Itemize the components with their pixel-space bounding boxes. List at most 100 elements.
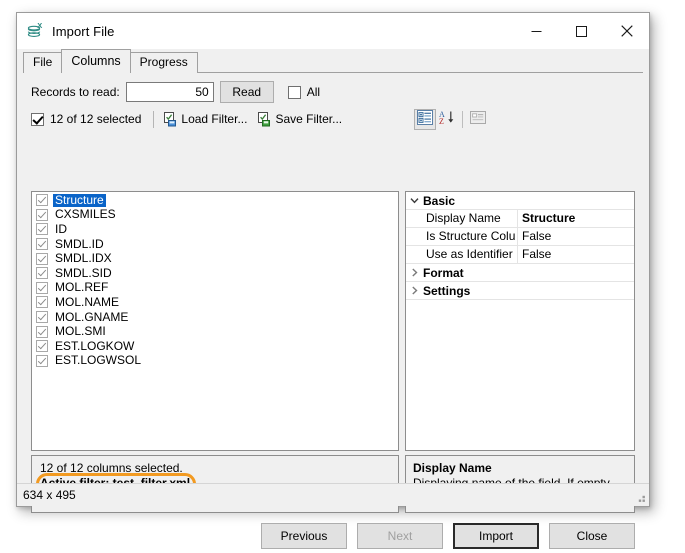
tab-columns[interactable]: Columns (61, 49, 131, 74)
list-item[interactable]: MOL.SMI (32, 324, 398, 339)
property-pages-icon (470, 111, 486, 127)
all-checkbox[interactable] (287, 85, 301, 99)
list-item[interactable]: EST.LOGKOW (32, 339, 398, 354)
svg-text:X: X (37, 22, 42, 30)
list-item[interactable]: CXSMILES (32, 208, 398, 223)
property-category-basic[interactable]: Basic (406, 192, 634, 210)
chevron-right-icon[interactable] (406, 268, 423, 277)
stacked-disks-x-icon: X (26, 21, 44, 40)
select-all-columns-checkbox[interactable] (31, 112, 44, 126)
window-size-status: 634 x 495 (23, 488, 76, 502)
load-filter-button[interactable]: Load Filter... (163, 111, 248, 127)
records-to-read-input[interactable] (125, 82, 214, 102)
property-row-display-name[interactable]: Display Name Structure (406, 210, 634, 228)
column-checkbox[interactable] (36, 267, 48, 280)
property-row-use-as-identifier[interactable]: Use as Identifier False (406, 246, 634, 264)
list-item[interactable]: ID (32, 222, 398, 237)
chevron-down-icon[interactable] (406, 196, 423, 205)
sort-alphabetical-button[interactable]: A Z (436, 109, 458, 130)
column-checkbox[interactable] (36, 311, 48, 324)
column-label: ID (55, 221, 67, 236)
resize-grip-icon[interactable] (634, 491, 646, 503)
list-item[interactable]: SMDL.ID (32, 237, 398, 252)
category-label: Settings (423, 283, 471, 298)
column-label: MOL.NAME (55, 294, 120, 309)
list-item[interactable]: MOL.GNAME (32, 310, 398, 325)
property-grid-toolbar: A Z (414, 107, 489, 131)
property-value[interactable]: False (518, 246, 634, 263)
tab-file[interactable]: File (23, 52, 63, 73)
column-checkbox[interactable] (36, 340, 48, 353)
list-item[interactable]: SMDL.IDX (32, 251, 398, 266)
category-label: Basic (423, 193, 456, 208)
column-checkbox[interactable] (36, 208, 48, 221)
column-label: SMDL.SID (55, 265, 112, 280)
property-value[interactable]: False (518, 228, 634, 245)
column-label: EST.LOGWSOL (55, 353, 142, 368)
save-filter-label: Save Filter... (275, 112, 343, 126)
column-label: Structure (53, 192, 106, 207)
column-label: MOL.SMI (55, 324, 106, 339)
column-label: MOL.GNAME (55, 309, 129, 324)
filter-row: 12 of 12 selected Load Filter... Save Fi… (25, 107, 641, 131)
save-filter-button[interactable]: Save Filter... (257, 111, 343, 127)
window-controls (514, 13, 649, 49)
tab-strip: File Columns Progress (17, 49, 649, 74)
tab-progress[interactable]: Progress (129, 52, 198, 73)
column-checkbox[interactable] (36, 296, 48, 309)
column-checkbox[interactable] (36, 281, 48, 294)
selected-count-label: 12 of 12 selected (50, 112, 142, 126)
read-button[interactable]: Read (219, 81, 274, 103)
select-all-columns-group[interactable]: 12 of 12 selected (31, 112, 141, 126)
description-title: Display Name (413, 461, 492, 475)
list-item[interactable]: MOL.NAME (32, 295, 398, 310)
dialog-button-row: Previous Next Import Close (251, 523, 635, 549)
import-file-window: X Import File File Columns Progress Reco… (16, 12, 650, 549)
close-button[interactable] (604, 13, 649, 49)
status-bar: 634 x 495 (17, 483, 649, 506)
column-checkbox[interactable] (36, 252, 48, 265)
save-filter-icon (257, 111, 275, 127)
all-checkbox-group[interactable]: All (287, 85, 321, 99)
minimize-button[interactable] (514, 13, 559, 49)
property-category-format[interactable]: Format (406, 264, 634, 282)
import-button[interactable]: Import (453, 523, 539, 549)
property-name: Is Structure Colu (406, 228, 518, 245)
column-list[interactable]: Structure CXSMILES ID SMDL.ID SMDL.IDX S… (31, 191, 399, 451)
property-toolbar-separator (462, 110, 463, 128)
categorized-view-icon (417, 110, 433, 128)
column-checkbox[interactable] (36, 354, 48, 367)
maximize-button[interactable] (559, 13, 604, 49)
property-grid[interactable]: Basic Display Name Structure Is Structur… (405, 191, 635, 451)
column-checkbox[interactable] (36, 194, 48, 207)
column-checkbox[interactable] (36, 223, 48, 236)
all-label: All (306, 85, 321, 99)
property-category-settings[interactable]: Settings (406, 282, 634, 300)
title-bar: X Import File (17, 13, 649, 49)
column-checkbox[interactable] (36, 325, 48, 338)
property-value[interactable]: Structure (518, 210, 634, 227)
property-row-is-structure-column[interactable]: Is Structure Colu False (406, 228, 634, 246)
list-item[interactable]: Structure (32, 193, 398, 208)
column-label: CXSMILES (55, 207, 116, 222)
list-item[interactable]: SMDL.SID (32, 266, 398, 281)
categorized-view-button[interactable] (414, 108, 436, 130)
list-item[interactable]: MOL.REF (32, 281, 398, 296)
property-pages-button[interactable] (467, 109, 489, 130)
column-label: EST.LOGKOW (55, 338, 135, 353)
previous-button[interactable]: Previous (261, 523, 347, 549)
records-to-read-label: Records to read: (31, 85, 120, 99)
next-button: Next (357, 523, 443, 549)
list-item[interactable]: EST.LOGWSOL (32, 354, 398, 369)
property-name: Use as Identifier (406, 246, 518, 263)
load-filter-label: Load Filter... (181, 112, 248, 126)
toolbar-separator (153, 110, 155, 128)
close-button-dialog[interactable]: Close (549, 523, 635, 549)
window-title: Import File (52, 23, 115, 39)
column-label: SMDL.IDX (55, 251, 112, 266)
minimize-icon (531, 26, 542, 37)
chevron-right-icon[interactable] (406, 286, 423, 295)
column-checkbox[interactable] (36, 238, 48, 251)
column-label: MOL.REF (55, 280, 109, 295)
close-icon (620, 25, 633, 37)
